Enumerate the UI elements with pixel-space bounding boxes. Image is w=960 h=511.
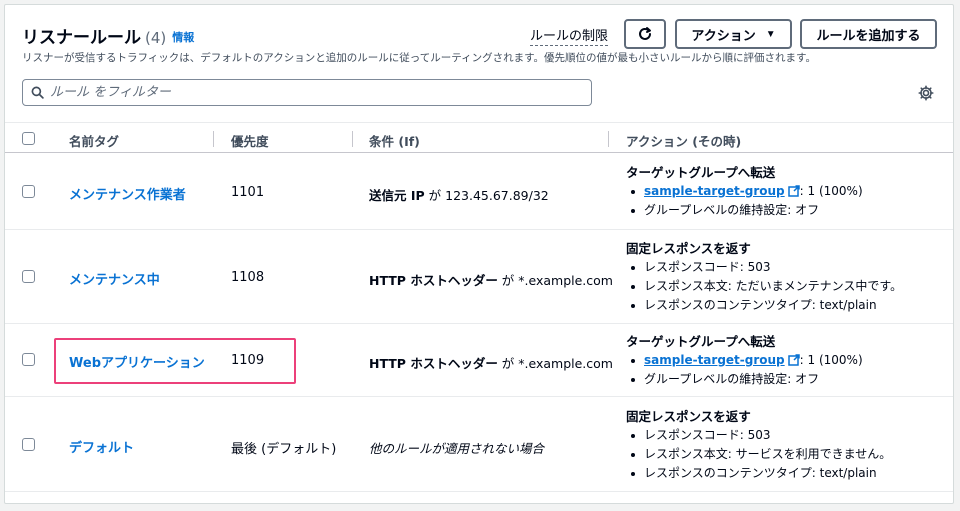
listener-rules-panel: リスナールール (4) 情報 ルールの制限 アクション ▼ ルールを追加する リスナ… xyxy=(4,4,954,504)
list-item: レスポンスコード: 503 xyxy=(626,258,902,277)
target-weight: : 1 (100%) xyxy=(799,184,863,198)
row-checkbox[interactable] xyxy=(22,438,35,451)
list-item: レスポンス本文: ただいまメンテナンス中です。 xyxy=(626,277,902,296)
list-item: レスポンス本文: サービスを利用できません。 xyxy=(626,445,891,464)
action-title: ターゲットグループへ転送 xyxy=(626,165,776,180)
action-title: 固定レスポンスを返す xyxy=(626,241,751,256)
rule-name-link[interactable]: デフォルト xyxy=(69,437,134,456)
filter-box xyxy=(22,79,592,106)
condition-key: 送信元 IP xyxy=(369,188,425,203)
select-all-checkbox[interactable] xyxy=(22,132,35,145)
column-header-condition[interactable]: 条件 (If) xyxy=(369,131,420,150)
action-title: ターゲットグループへ転送 xyxy=(626,334,776,349)
rule-condition: HTTP ホストヘッダー が *.example.com xyxy=(369,353,613,372)
target-weight: : 1 (100%) xyxy=(799,353,863,367)
table-row: メンテナンス中 1108 HTTP ホストヘッダー が *.example.co… xyxy=(5,231,953,324)
column-resizer[interactable] xyxy=(608,131,609,147)
rule-limit-link[interactable]: ルールの制限 xyxy=(530,29,609,46)
rule-filter-input[interactable] xyxy=(50,85,570,100)
rule-count: (4) xyxy=(145,29,167,47)
add-rule-button[interactable]: ルールを追加する xyxy=(800,19,937,49)
row-checkbox[interactable] xyxy=(22,185,35,198)
list-item: sample-target-group : 1 (100%) xyxy=(626,351,863,370)
condition-value: が 123.45.67.89/32 xyxy=(424,188,549,203)
actions-dropdown-button[interactable]: アクション ▼ xyxy=(675,19,792,49)
rule-action: ターゲットグループへ転送 sample-target-group : 1 (100… xyxy=(626,332,863,389)
external-link-icon xyxy=(787,354,800,366)
target-group-link[interactable]: sample-target-group xyxy=(644,353,785,367)
list-item: sample-target-group : 1 (100%) xyxy=(626,182,863,201)
action-title: 固定レスポンスを返す xyxy=(626,409,751,424)
refresh-icon xyxy=(639,27,651,40)
rule-condition: HTTP ホストヘッダー が *.example.com xyxy=(369,270,613,289)
column-header-name[interactable]: 名前タグ xyxy=(69,131,119,150)
rule-action: 固定レスポンスを返す レスポンスコード: 503 レスポンス本文: ただいまメン… xyxy=(626,239,902,315)
refresh-button[interactable] xyxy=(624,19,666,49)
list-item: レスポンスのコンテンツタイプ: text/plain xyxy=(626,296,902,315)
column-resizer[interactable] xyxy=(213,131,214,147)
condition-value: が *.example.com xyxy=(497,356,613,371)
list-item: グループレベルの維持設定: オフ xyxy=(626,370,863,389)
gear-icon[interactable] xyxy=(917,84,935,102)
column-header-priority[interactable]: 優先度 xyxy=(231,131,269,150)
rule-action: ターゲットグループへ転送 sample-target-group : 1 (100… xyxy=(626,163,863,220)
column-resizer[interactable] xyxy=(352,131,353,147)
panel-title-text: リスナールール xyxy=(22,28,141,48)
list-item: レスポンスのコンテンツタイプ: text/plain xyxy=(626,464,891,483)
rule-condition: 他のルールが適用されない場合 xyxy=(369,441,545,456)
table-row: デフォルト 最後 (デフォルト) 他のルールが適用されない場合 固定レスポンスを… xyxy=(5,398,953,492)
external-link-icon xyxy=(787,185,800,197)
table-header: 名前タグ 優先度 条件 (If) アクション (その時) xyxy=(5,122,953,153)
rule-priority: 1101 xyxy=(231,185,265,200)
panel-title: リスナールール (4) 情報 xyxy=(22,23,194,48)
row-checkbox[interactable] xyxy=(22,353,35,366)
actions-label: アクション xyxy=(691,27,756,43)
info-link[interactable]: 情報 xyxy=(172,31,194,44)
row-checkbox[interactable] xyxy=(22,270,35,283)
target-group-link[interactable]: sample-target-group xyxy=(644,184,785,198)
column-header-action[interactable]: アクション (その時) xyxy=(626,131,741,150)
panel-description: リスナーが受信するトラフィックは、デフォルトのアクションと追加のルールに従ってル… xyxy=(22,52,817,64)
search-icon xyxy=(31,86,44,99)
rule-name-link[interactable]: メンテナンス作業者 xyxy=(69,184,186,203)
condition-value: が *.example.com xyxy=(497,273,613,288)
table-row: メンテナンス作業者 1101 送信元 IP が 123.45.67.89/32 … xyxy=(5,154,953,230)
list-item: グループレベルの維持設定: オフ xyxy=(626,201,863,220)
rule-condition: 送信元 IP が 123.45.67.89/32 xyxy=(369,185,549,204)
caret-down-icon: ▼ xyxy=(765,28,776,40)
list-item: レスポンスコード: 503 xyxy=(626,426,891,445)
condition-key: HTTP ホストヘッダー xyxy=(369,356,498,371)
rule-name-link[interactable]: メンテナンス中 xyxy=(69,269,160,288)
rule-priority: 1108 xyxy=(231,270,265,285)
rule-priority: 最後 (デフォルト) xyxy=(231,442,337,457)
rule-action: 固定レスポンスを返す レスポンスコード: 503 レスポンス本文: サービスを利… xyxy=(626,407,891,483)
condition-key: HTTP ホストヘッダー xyxy=(369,273,498,288)
highlight-box xyxy=(54,338,296,384)
